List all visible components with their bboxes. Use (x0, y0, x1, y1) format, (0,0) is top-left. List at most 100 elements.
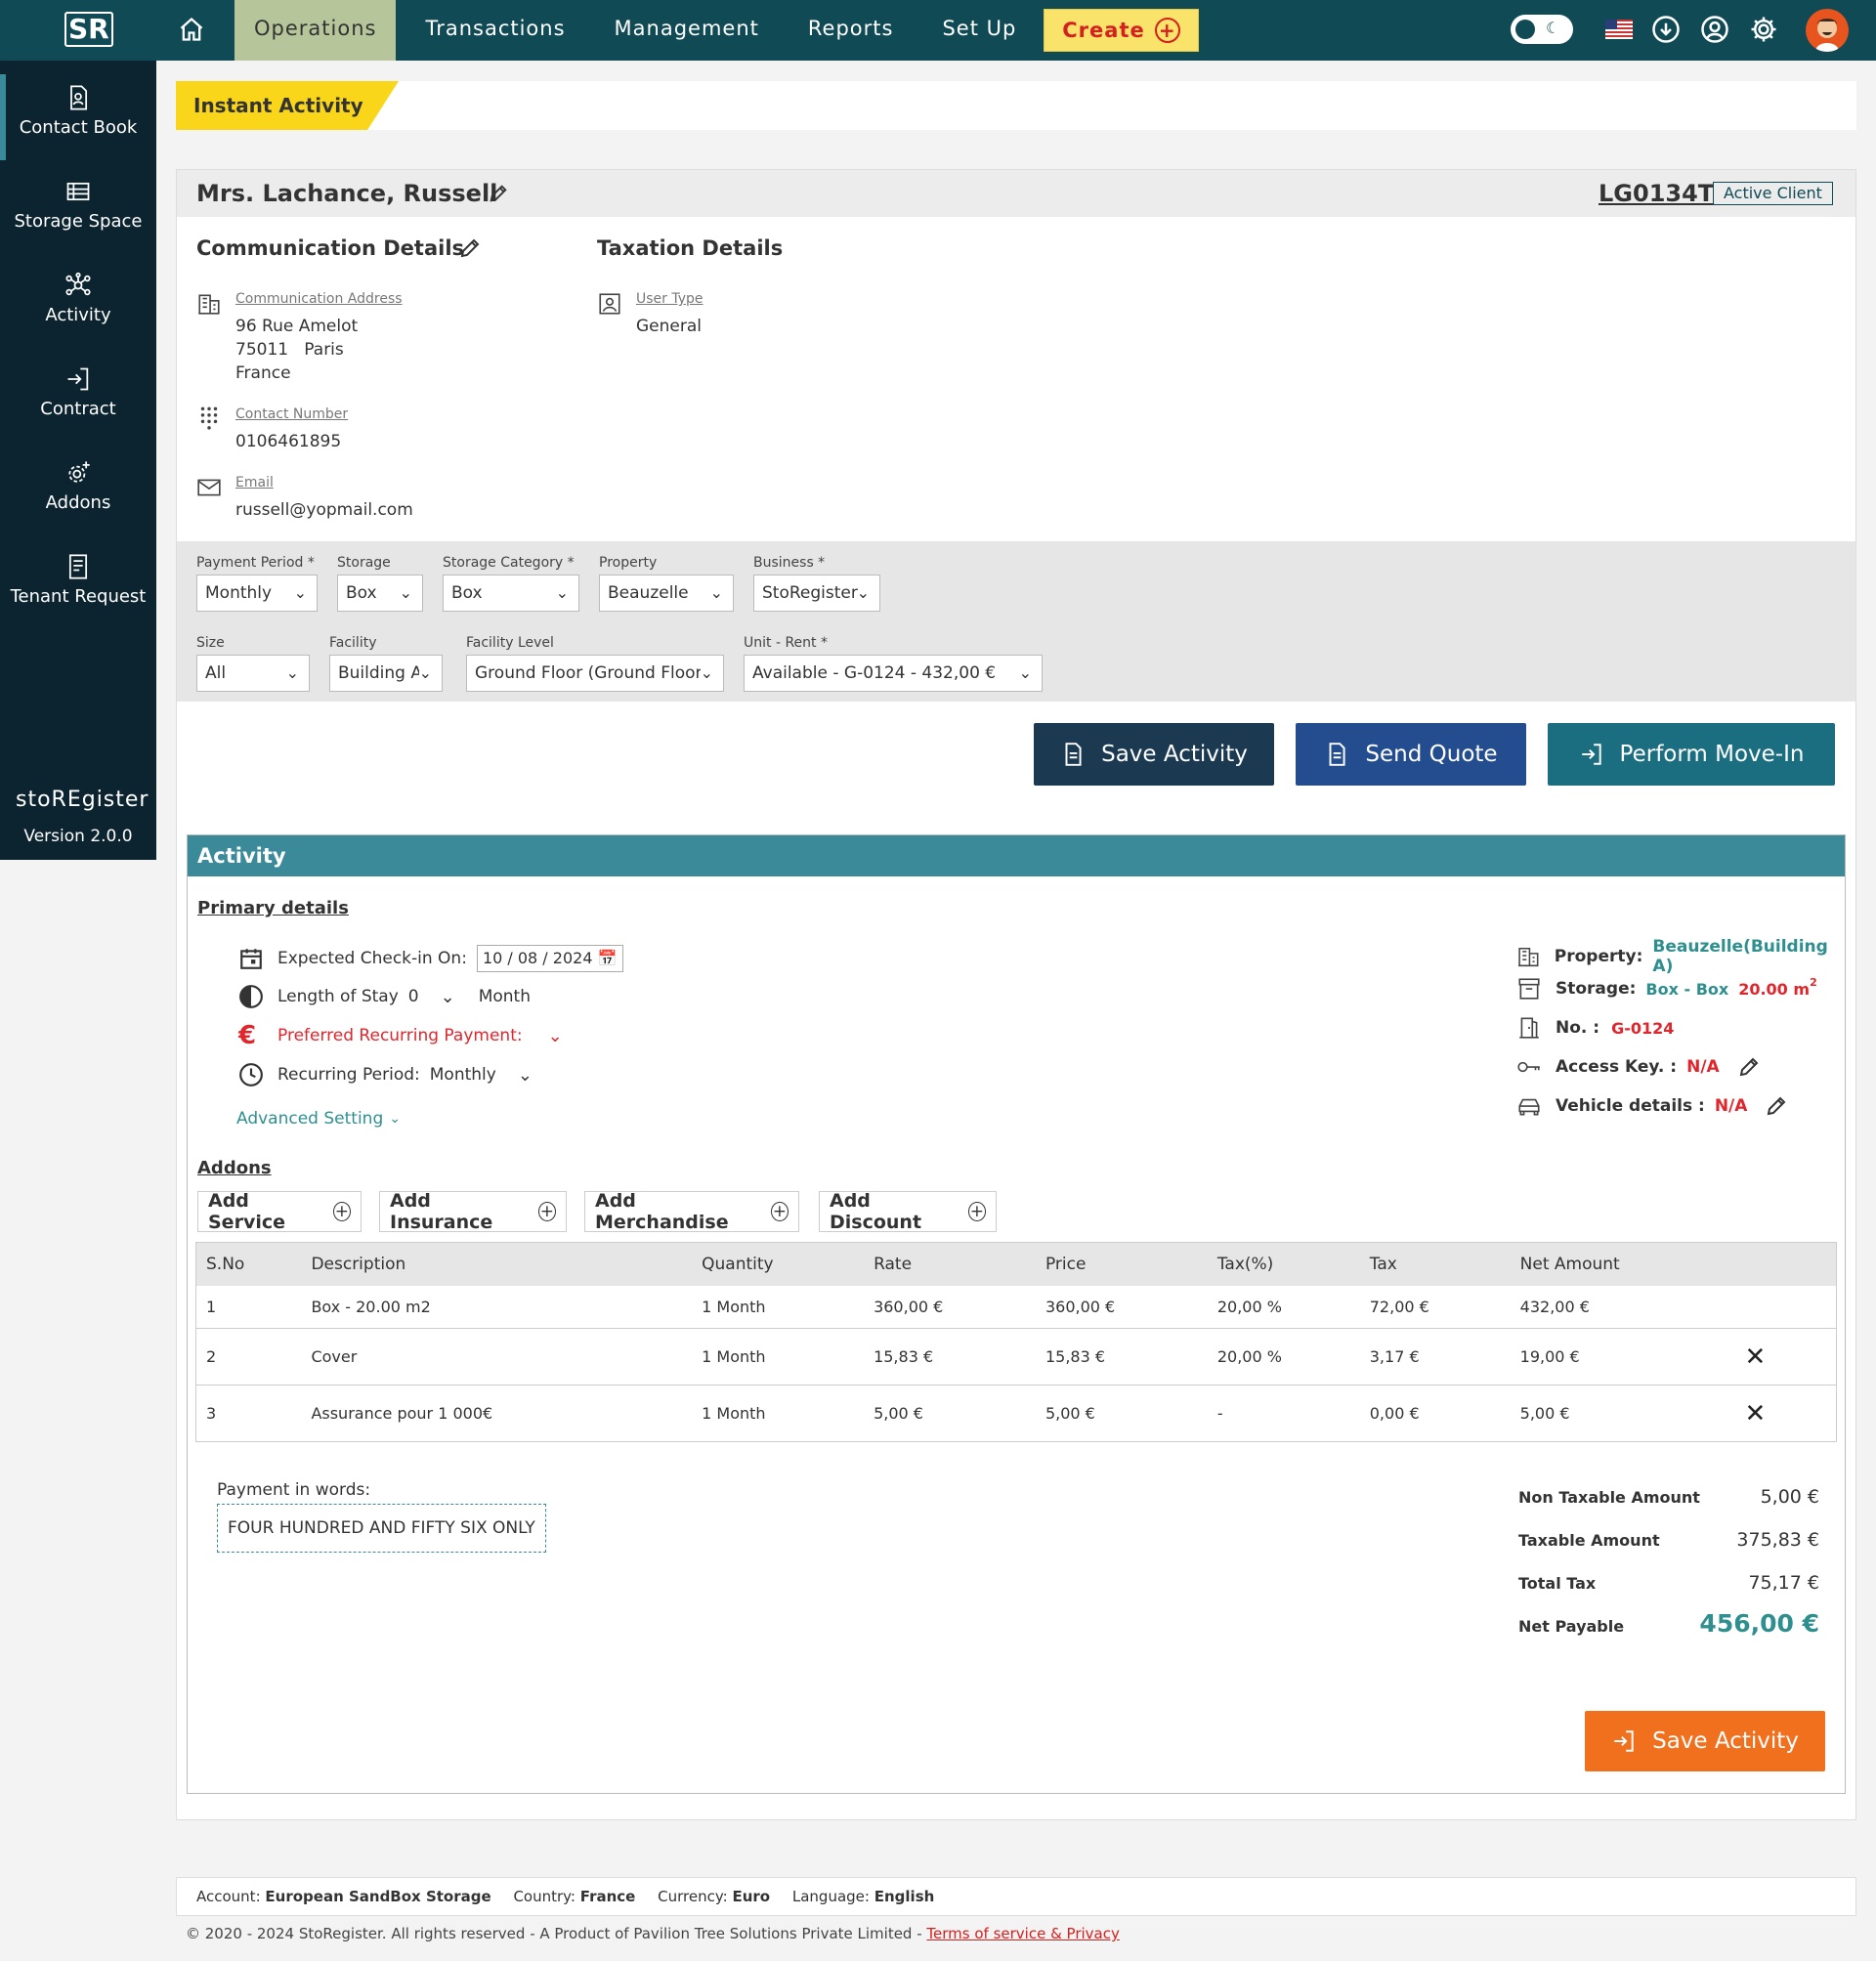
col-price: Price (1035, 1242, 1208, 1286)
pie-clock-icon (239, 985, 263, 1008)
nav-management[interactable]: Management (595, 0, 779, 61)
facility-level-select[interactable]: Ground Floor (Ground Floor) ⌄ (466, 655, 724, 692)
size-select[interactable]: All ⌄ (196, 655, 310, 692)
client-code[interactable]: LG0134T (1599, 180, 1714, 207)
length-of-stay-row: Length of Stay 0 ⌄ Month (238, 984, 531, 1009)
chevron-down-icon[interactable]: ⌄ (548, 1026, 563, 1046)
sidebar-label: Storage Space (14, 211, 143, 232)
property-label: Property (599, 555, 658, 571)
chevron-down-icon[interactable]: ⌄ (518, 1065, 533, 1086)
chevron-down-icon: ⌄ (856, 583, 870, 602)
nav-setup[interactable]: Set Up (922, 0, 1036, 61)
sidebar-item-activity[interactable]: Activity (0, 262, 156, 348)
activity-title: Activity (188, 835, 1845, 876)
key-icon (1517, 1061, 1540, 1073)
plus-circle-icon: + (537, 1202, 556, 1221)
user-profile-icon[interactable] (1700, 15, 1729, 44)
clock-icon (239, 1063, 263, 1087)
chevron-down-icon[interactable]: ⌄ (441, 987, 455, 1007)
col-rate: Rate (864, 1242, 1036, 1286)
delete-row-icon[interactable]: ✕ (1745, 1343, 1767, 1372)
sidebar-label: Addons (45, 492, 111, 513)
sign-in-icon (1581, 744, 1601, 765)
preferred-payment-row: € Preferred Recurring Payment: ⌄ (238, 1021, 563, 1050)
sidebar: Contact Book Storage Space Activity Cont… (0, 61, 156, 860)
property-select[interactable]: Beauzelle ⌄ (599, 575, 734, 612)
edit-pencil-icon[interactable] (1765, 1094, 1788, 1118)
nav-operations[interactable]: Operations (234, 0, 397, 61)
edit-pencil-icon[interactable] (1737, 1055, 1761, 1079)
main-nav: Operations Transactions Management Repor… (234, 0, 1045, 61)
theme-toggle[interactable]: ☾ (1511, 15, 1573, 44)
payment-words-label: Payment in words: (217, 1480, 371, 1500)
save-activity-button[interactable]: Save Activity (1034, 723, 1274, 786)
sidebar-item-tenant-request[interactable]: Tenant Request (0, 543, 156, 629)
dialpad-icon (200, 406, 218, 430)
advanced-setting-link[interactable]: Advanced Setting ⌄ (236, 1109, 401, 1129)
user-avatar[interactable] (1806, 9, 1849, 52)
checkin-date-input[interactable]: 10 / 08 / 2024 📅 (476, 945, 623, 972)
storage-category-select[interactable]: Box ⌄ (443, 575, 579, 612)
communication-details-title: Communication Details (196, 236, 465, 260)
user-type-label: User Type (636, 291, 704, 307)
save-activity-bottom-button[interactable]: Save Activity (1585, 1711, 1825, 1771)
terms-link[interactable]: Terms of service & Privacy (926, 1925, 1119, 1942)
sidebar-label: Activity (45, 305, 111, 325)
contact-book-icon (70, 85, 88, 110)
sidebar-label: Tenant Request (10, 586, 147, 607)
recurring-period-row: Recurring Period: Monthly ⌄ (238, 1062, 533, 1087)
unit-rent-select[interactable]: Available - G-0124 - 432,00 € ⌄ (744, 655, 1043, 692)
business-select[interactable]: StoRegister ⌄ (753, 575, 880, 612)
home-icon[interactable] (178, 16, 205, 43)
edit-pencil-icon[interactable] (488, 183, 509, 204)
payment-period-select[interactable]: Monthly ⌄ (196, 575, 318, 612)
instant-activity-tab[interactable]: Instant Activity (176, 81, 399, 130)
archive-box-icon (1518, 978, 1540, 1000)
mail-icon (197, 479, 221, 496)
create-button[interactable]: Create + (1044, 9, 1199, 52)
plus-circle-icon: + (967, 1202, 986, 1221)
add-discount-button[interactable]: Add Discount + (819, 1190, 997, 1233)
table-header-row: S.No Description Quantity Rate Price Tax… (195, 1242, 1837, 1286)
currency-value: Euro (732, 1888, 771, 1905)
chevron-down-icon: ⌄ (285, 663, 299, 682)
us-flag-icon[interactable] (1605, 20, 1633, 39)
addons-title: Addons (197, 1158, 272, 1178)
add-insurance-button[interactable]: Add Insurance + (379, 1190, 567, 1233)
sidebar-item-storage-space[interactable]: Storage Space (0, 168, 156, 254)
table-row: 1 Box - 20.00 m2 1 Month 360,00 €360,00 €20… (195, 1285, 1837, 1329)
download-icon[interactable] (1651, 15, 1681, 44)
access-key-detail: Access Key. : N/A (1516, 1054, 1761, 1080)
delete-row-icon[interactable]: ✕ (1745, 1399, 1767, 1428)
building-icon (1518, 947, 1539, 967)
edit-pencil-icon[interactable] (458, 236, 482, 260)
taxable-label: Taxable Amount (1518, 1531, 1660, 1550)
toggle-knob (1515, 20, 1535, 39)
app-logo[interactable]: SR (64, 12, 113, 49)
checkin-row: Expected Check-in On: 10 / 08 / 2024 📅 (238, 945, 623, 972)
primary-details-title: Primary details (197, 898, 349, 918)
nav-transactions[interactable]: Transactions (405, 0, 584, 61)
storage-select[interactable]: Box ⌄ (337, 575, 423, 612)
perform-move-in-button[interactable]: Perform Move-In (1548, 723, 1835, 786)
sidebar-item-addons[interactable]: Addons (0, 449, 156, 535)
sidebar-item-contact-book[interactable]: Contact Book (0, 74, 156, 160)
unit-rent-label: Unit - Rent * (744, 635, 828, 651)
activity-panel: Activity Primary details Expected Check-… (187, 834, 1846, 1794)
facility-level-label: Facility Level (466, 635, 554, 651)
gear-icon[interactable] (1749, 15, 1778, 44)
send-quote-button[interactable]: Send Quote (1296, 723, 1526, 786)
add-service-button[interactable]: Add Service + (197, 1190, 362, 1233)
nav-reports[interactable]: Reports (789, 0, 914, 61)
account-info-bar: Account: European SandBox Storage Countr… (176, 1877, 1856, 1916)
sidebar-label: Contact Book (19, 117, 138, 138)
facility-select[interactable]: Building A ⌄ (329, 655, 443, 692)
col-tax-pct: Tax(%) (1207, 1242, 1360, 1286)
add-merchandise-button[interactable]: Add Merchandise + (584, 1190, 799, 1233)
facility-label: Facility (329, 635, 377, 651)
sidebar-item-contract[interactable]: Contract (0, 356, 156, 442)
car-icon (1518, 1098, 1540, 1116)
net-payable-value: 456,00 € (1699, 1609, 1819, 1638)
payment-period-label: Payment Period * (196, 555, 315, 571)
contact-number: 0106461895 (235, 432, 342, 451)
